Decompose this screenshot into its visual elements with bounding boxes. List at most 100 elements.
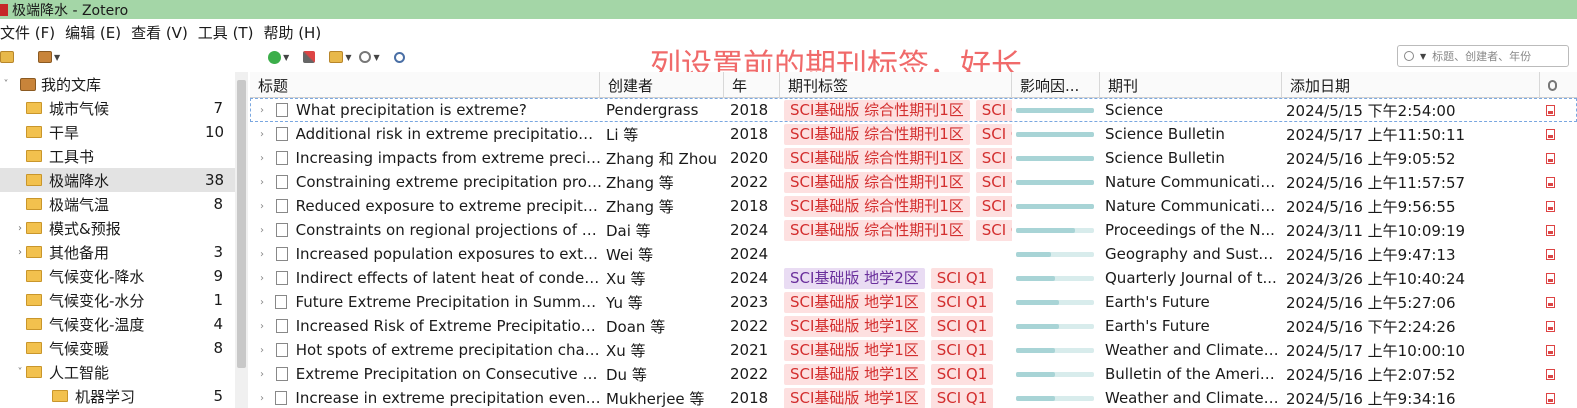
row-title: Increasing impacts from extreme precipi.… <box>295 149 602 167</box>
row-date-added: 2024/5/17 上午11:50:11 <box>1286 125 1466 144</box>
impact-factor-fill <box>1016 107 1094 113</box>
row-date-added: 2024/5/16 下午2:24:26 <box>1286 317 1456 336</box>
menu-item[interactable]: 工具 (T) <box>198 22 254 43</box>
scrollbar-thumb[interactable] <box>237 80 246 368</box>
row-journal-tags: SCI基础版 地学1区 SCI Q1 <box>784 362 1012 386</box>
table-row[interactable]: › Additional risk in extreme precipitatio… <box>250 122 1577 146</box>
sidebar-collection-item[interactable]: 气候变暖 8 <box>0 336 235 360</box>
row-attachment[interactable] <box>1546 314 1558 338</box>
sidebar-collection-item[interactable]: 气候变化-降水 9 <box>0 264 235 288</box>
menu-item[interactable]: 文件 (F) <box>0 22 55 43</box>
table-row[interactable]: › Increasing impacts from extreme precipi… <box>250 146 1577 170</box>
new-library-button[interactable]: ▼ <box>38 47 60 67</box>
advanced-search-button[interactable] <box>393 47 405 67</box>
new-note-button[interactable]: ▼ <box>329 47 351 67</box>
chevron-right-icon[interactable]: › <box>260 177 272 188</box>
sidebar-collection-item[interactable]: ˅ 人工智能 <box>0 360 235 384</box>
table-row[interactable]: › Reduced exposure to extreme precipitat.… <box>250 194 1577 218</box>
table-row[interactable]: › Constraining extreme precipitation proj… <box>250 170 1577 194</box>
chevron-right-icon[interactable]: › <box>260 129 272 140</box>
table-row[interactable]: › What precipitation is extreme? Pendergra… <box>250 98 1577 122</box>
column-header-year[interactable]: 年 <box>724 72 780 98</box>
note-icon <box>329 51 344 63</box>
column-header-title[interactable]: 标题 <box>250 72 600 98</box>
chevron-right-icon[interactable]: › <box>260 153 272 164</box>
journal-tag-badge: SCI基础版 综合性期刊1区 <box>784 99 970 121</box>
journal-tag-badge: SCI Q1 <box>975 147 1012 169</box>
row-attachment[interactable] <box>1546 170 1558 194</box>
row-attachment[interactable] <box>1546 242 1558 266</box>
journal-tag-badge: SCI基础版 地学1区 <box>784 363 925 385</box>
row-date-added: 2024/5/16 上午5:27:06 <box>1286 293 1456 312</box>
add-attachment-button[interactable]: ▼ <box>359 47 380 67</box>
table-row[interactable]: › Increase in extreme precipitation event… <box>250 386 1577 408</box>
table-row[interactable]: › Indirect effects of latent heat of cond… <box>250 266 1577 290</box>
add-by-identifier-button[interactable] <box>303 47 316 67</box>
row-attachment[interactable] <box>1546 218 1558 242</box>
chevron-right-icon[interactable]: › <box>260 369 272 380</box>
chevron-right-icon[interactable]: › <box>260 225 272 236</box>
sidebar-collection-item[interactable]: 干旱 10 <box>0 120 235 144</box>
chevron-right-icon[interactable]: › <box>260 321 272 332</box>
row-date-added: 2024/5/16 上午9:34:16 <box>1286 389 1456 408</box>
table-row[interactable]: › Increased Risk of Extreme Precipitation… <box>250 314 1577 338</box>
journal-tag-badge: SCI基础版 综合性期刊1区 <box>784 147 970 169</box>
column-header-creator[interactable]: 创建者 <box>600 72 724 98</box>
new-collection-button[interactable] <box>0 47 14 67</box>
sidebar-collection-item[interactable]: 城市气候 7 <box>0 96 235 120</box>
table-row[interactable]: › Future Extreme Precipitation in Summer … <box>250 290 1577 314</box>
chevron-right-icon[interactable]: › <box>260 345 272 356</box>
new-item-button[interactable]: ▼ <box>268 47 289 67</box>
sidebar-collection-item[interactable]: 极端降水 38 <box>0 168 235 192</box>
row-journal-tags: SCI基础版 综合性期刊1区SCI Q1 <box>784 194 1012 218</box>
menu-item[interactable]: 查看 (V) <box>131 22 188 43</box>
row-journal-name: Bulletin of the Americ... <box>1105 365 1280 383</box>
table-row[interactable]: › Hot spots of extreme precipitation chan… <box>250 338 1577 362</box>
sidebar-collection-count: 3 <box>213 243 223 261</box>
sidebar-collection-item[interactable]: 机器学习 5 <box>0 384 235 408</box>
row-attachment[interactable] <box>1546 98 1558 122</box>
sidebar-library-root[interactable]: ˅ 我的文库 <box>0 72 235 96</box>
table-row[interactable]: › Increased population exposures to extre… <box>250 242 1577 266</box>
search-input[interactable]: ▼ 标题、创建者、年份 <box>1397 45 1569 67</box>
chevron-right-icon[interactable]: › <box>260 201 272 212</box>
sidebar-collection-item[interactable]: › 模式&预报 <box>0 216 235 240</box>
row-attachment[interactable] <box>1546 122 1558 146</box>
menu-item[interactable]: 帮助 (H) <box>263 22 321 43</box>
chevron-down-icon[interactable]: ˅ <box>0 79 12 90</box>
chevron-right-icon[interactable]: › <box>260 273 272 284</box>
chevron-right-icon[interactable]: › <box>260 249 272 260</box>
row-attachment[interactable] <box>1546 194 1558 218</box>
column-header-journal-tags[interactable]: 期刊标签 <box>780 72 1012 98</box>
column-header-impact-factor[interactable]: 影响因... <box>1012 72 1100 98</box>
table-row[interactable]: › Constraints on regional projections of … <box>250 218 1577 242</box>
chevron-right-icon[interactable]: › <box>260 105 272 116</box>
row-attachment[interactable] <box>1546 290 1558 314</box>
twisty-icon[interactable]: › <box>14 247 26 258</box>
sidebar-collection-item[interactable]: 工具书 <box>0 144 235 168</box>
journal-tag-badge: SCI Q1 <box>930 267 994 289</box>
table-row[interactable]: › Extreme Precipitation on Consecutive D.… <box>250 362 1577 386</box>
row-attachment[interactable] <box>1546 362 1558 386</box>
row-attachment[interactable] <box>1546 266 1558 290</box>
menu-item[interactable]: 编辑 (E) <box>65 22 121 43</box>
column-header-journal[interactable]: 期刊 <box>1100 72 1282 98</box>
sidebar-scrollbar[interactable] <box>235 72 248 408</box>
sidebar-collection-item[interactable]: 极端气温 8 <box>0 192 235 216</box>
journal-tag-badge: SCI基础版 地学2区 <box>784 267 925 289</box>
row-journal-name: Science Bulletin <box>1105 125 1225 143</box>
row-attachment[interactable] <box>1546 386 1558 408</box>
twisty-icon[interactable]: › <box>14 223 26 234</box>
sidebar-collection-item[interactable]: 气候变化-水分 1 <box>0 288 235 312</box>
sidebar-collection-item[interactable]: › 其他备用 3 <box>0 240 235 264</box>
column-header-attachments[interactable] <box>1540 72 1577 98</box>
row-attachment[interactable] <box>1546 338 1558 362</box>
column-header-date-added[interactable]: 添加日期 <box>1282 72 1540 98</box>
chevron-right-icon[interactable]: › <box>260 393 271 404</box>
twisty-icon[interactable]: ˅ <box>14 367 26 378</box>
folder-icon <box>26 174 42 186</box>
chevron-right-icon[interactable]: › <box>260 297 271 308</box>
row-attachment[interactable] <box>1546 146 1558 170</box>
row-creator: Wei 等 <box>606 245 654 264</box>
sidebar-collection-item[interactable]: 气候变化-温度 4 <box>0 312 235 336</box>
